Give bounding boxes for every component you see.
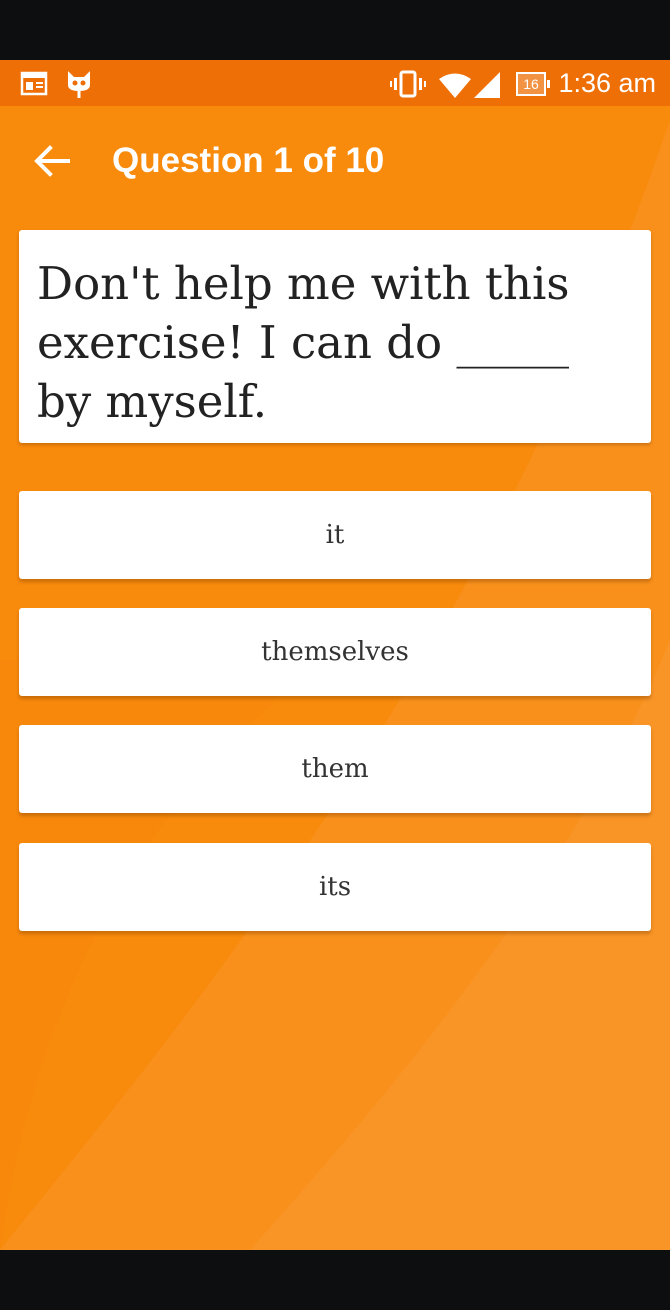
- battery-level: 16: [523, 76, 539, 92]
- answer-label: themselves: [261, 637, 409, 667]
- answer-label: its: [318, 872, 352, 902]
- wifi-icon: [439, 73, 471, 98]
- back-button[interactable]: [28, 136, 78, 186]
- cyanogen-mascot-icon: [68, 71, 90, 98]
- status-time: 1:36 am: [558, 68, 656, 98]
- battery-icon: 16: [516, 72, 550, 96]
- answer-option-3[interactable]: them: [19, 725, 651, 813]
- app-screen: 16 1:36 am Question 1 of 10 Don't help m…: [0, 60, 670, 1250]
- top-bezel: [0, 0, 670, 60]
- vibrate-icon: [390, 70, 426, 98]
- status-bar: 16 1:36 am: [0, 60, 670, 106]
- answer-option-1[interactable]: it: [19, 491, 651, 579]
- answer-option-2[interactable]: themselves: [19, 608, 651, 696]
- bottom-bezel: [0, 1250, 670, 1310]
- signal-icon: [474, 72, 500, 98]
- answer-label: them: [301, 754, 369, 784]
- answer-label: it: [325, 520, 345, 550]
- question-card: Don't help me with this exercise! I can …: [19, 230, 651, 443]
- calendar-icon: [20, 71, 48, 96]
- toolbar: Question 1 of 10: [0, 106, 670, 216]
- arrow-left-icon: [34, 145, 70, 177]
- answer-option-4[interactable]: its: [19, 843, 651, 931]
- page-title: Question 1 of 10: [112, 141, 385, 180]
- question-text: Don't help me with this exercise! I can …: [37, 257, 570, 428]
